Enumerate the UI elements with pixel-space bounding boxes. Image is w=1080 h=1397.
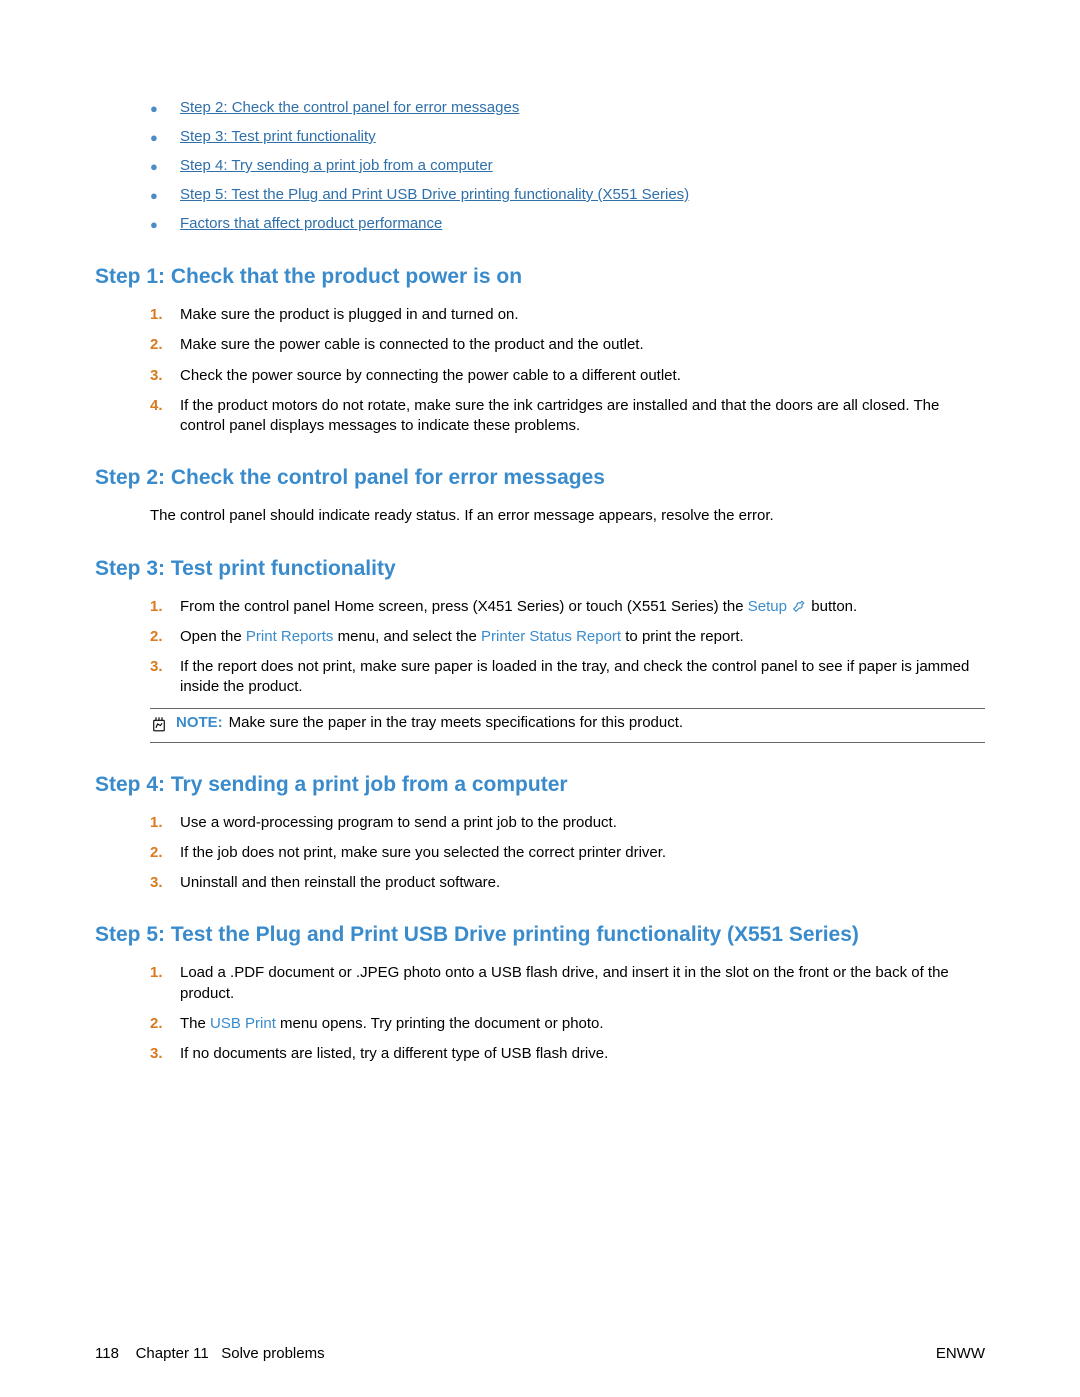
list-number: 1. [150, 305, 180, 325]
toc-link[interactable]: Step 2: Check the control panel for erro… [180, 99, 519, 116]
list-number: 1. [150, 813, 180, 833]
footer-left: 118 Chapter 11 Solve problems [95, 1345, 325, 1362]
text-fragment: menu opens. Try printing the document or… [276, 1015, 604, 1032]
list-text: Check the power source by connecting the… [180, 366, 985, 386]
chapter-label: Chapter 11 [136, 1345, 209, 1362]
text-fragment: to print the report. [621, 628, 744, 645]
ui-term-usb-print: USB Print [210, 1015, 276, 1032]
list-text: Load a .PDF document or .JPEG photo onto… [180, 963, 985, 1004]
step5-list: 1.Load a .PDF document or .JPEG photo on… [150, 963, 985, 1064]
toc-link[interactable]: Step 5: Test the Plug and Print USB Driv… [180, 186, 689, 203]
list-text: If the job does not print, make sure you… [180, 843, 985, 863]
toc-link[interactable]: Step 4: Try sending a print job from a c… [180, 157, 493, 174]
text-fragment: button. [807, 598, 857, 615]
list-number: 2. [150, 627, 180, 647]
list-number: 1. [150, 597, 180, 617]
note-icon [150, 714, 176, 737]
toc-item: ● Step 5: Test the Plug and Print USB Dr… [150, 186, 985, 206]
step1-list: 1.Make sure the product is plugged in an… [150, 305, 985, 436]
heading-step1: Step 1: Check that the product power is … [95, 265, 985, 289]
bullet-icon: ● [150, 99, 180, 119]
text-fragment: Open the [180, 628, 246, 645]
bullet-icon: ● [150, 157, 180, 177]
list-text: Open the Print Reports menu, and select … [180, 627, 985, 647]
ui-term-setup: Setup [748, 598, 787, 615]
list-number: 3. [150, 657, 180, 677]
toc: ● Step 2: Check the control panel for er… [150, 99, 985, 235]
list-item: 3.Check the power source by connecting t… [150, 366, 985, 386]
list-number: 2. [150, 335, 180, 355]
list-item: 1.Load a .PDF document or .JPEG photo on… [150, 963, 985, 1004]
list-text: From the control panel Home screen, pres… [180, 597, 985, 617]
list-number: 2. [150, 1014, 180, 1034]
heading-step5: Step 5: Test the Plug and Print USB Driv… [95, 923, 985, 947]
ui-term-printer-status-report: Printer Status Report [481, 628, 621, 645]
list-item: 2. Open the Print Reports menu, and sele… [150, 627, 985, 647]
wrench-icon [791, 599, 807, 613]
heading-step4: Step 4: Try sending a print job from a c… [95, 773, 985, 797]
step3-list: 1. From the control panel Home screen, p… [150, 597, 985, 698]
step2-body: The control panel should indicate ready … [150, 506, 985, 526]
bullet-icon: ● [150, 186, 180, 206]
step4-list: 1.Use a word-processing program to send … [150, 813, 985, 894]
list-number: 4. [150, 396, 180, 416]
list-number: 3. [150, 366, 180, 386]
list-text: Make sure the product is plugged in and … [180, 305, 985, 325]
heading-step2: Step 2: Check the control panel for erro… [95, 466, 985, 490]
text-fragment: From the control panel Home screen, pres… [180, 598, 748, 615]
list-text: If no documents are listed, try a differ… [180, 1044, 985, 1064]
list-text: If the report does not print, make sure … [180, 657, 985, 698]
list-text: The USB Print menu opens. Try printing t… [180, 1014, 985, 1034]
list-text: If the product motors do not rotate, mak… [180, 396, 985, 437]
ui-term-print-reports: Print Reports [246, 628, 334, 645]
heading-step3: Step 3: Test print functionality [95, 557, 985, 581]
list-item: 3.If no documents are listed, try a diff… [150, 1044, 985, 1064]
toc-item: ● Step 2: Check the control panel for er… [150, 99, 985, 119]
toc-item: ● Step 3: Test print functionality [150, 128, 985, 148]
toc-item: ● Factors that affect product performanc… [150, 215, 985, 235]
list-item: 1.Use a word-processing program to send … [150, 813, 985, 833]
list-item: 2.Make sure the power cable is connected… [150, 335, 985, 355]
text-fragment: menu, and select the [333, 628, 481, 645]
list-text: Use a word-processing program to send a … [180, 813, 985, 833]
toc-item: ● Step 4: Try sending a print job from a… [150, 157, 985, 177]
page-footer: 118 Chapter 11 Solve problems ENWW [95, 1345, 985, 1362]
page: ● Step 2: Check the control panel for er… [0, 0, 1080, 1397]
list-text: Uninstall and then reinstall the product… [180, 873, 985, 893]
note-label: NOTE: [176, 714, 223, 731]
list-item: 2. The USB Print menu opens. Try printin… [150, 1014, 985, 1034]
list-item: 2.If the job does not print, make sure y… [150, 843, 985, 863]
list-number: 3. [150, 873, 180, 893]
list-item: 1. From the control panel Home screen, p… [150, 597, 985, 617]
bullet-icon: ● [150, 128, 180, 148]
list-item: 3. If the report does not print, make su… [150, 657, 985, 698]
footer-right: ENWW [936, 1345, 985, 1362]
note-box: NOTE: Make sure the paper in the tray mee… [150, 708, 985, 743]
list-number: 1. [150, 963, 180, 983]
bullet-icon: ● [150, 215, 180, 235]
chapter-title: Solve problems [221, 1345, 324, 1362]
page-number: 118 [95, 1345, 119, 1362]
list-item: 4.If the product motors do not rotate, m… [150, 396, 985, 437]
list-item: 3.Uninstall and then reinstall the produ… [150, 873, 985, 893]
note-text: NOTE: Make sure the paper in the tray mee… [176, 714, 985, 731]
note-body: Make sure the paper in the tray meets sp… [229, 714, 683, 731]
list-number: 2. [150, 843, 180, 863]
text-fragment: The [180, 1015, 210, 1032]
list-item: 1.Make sure the product is plugged in an… [150, 305, 985, 325]
list-number: 3. [150, 1044, 180, 1064]
list-text: Make sure the power cable is connected t… [180, 335, 985, 355]
toc-link[interactable]: Step 3: Test print functionality [180, 128, 376, 145]
toc-link[interactable]: Factors that affect product performance [180, 215, 442, 232]
